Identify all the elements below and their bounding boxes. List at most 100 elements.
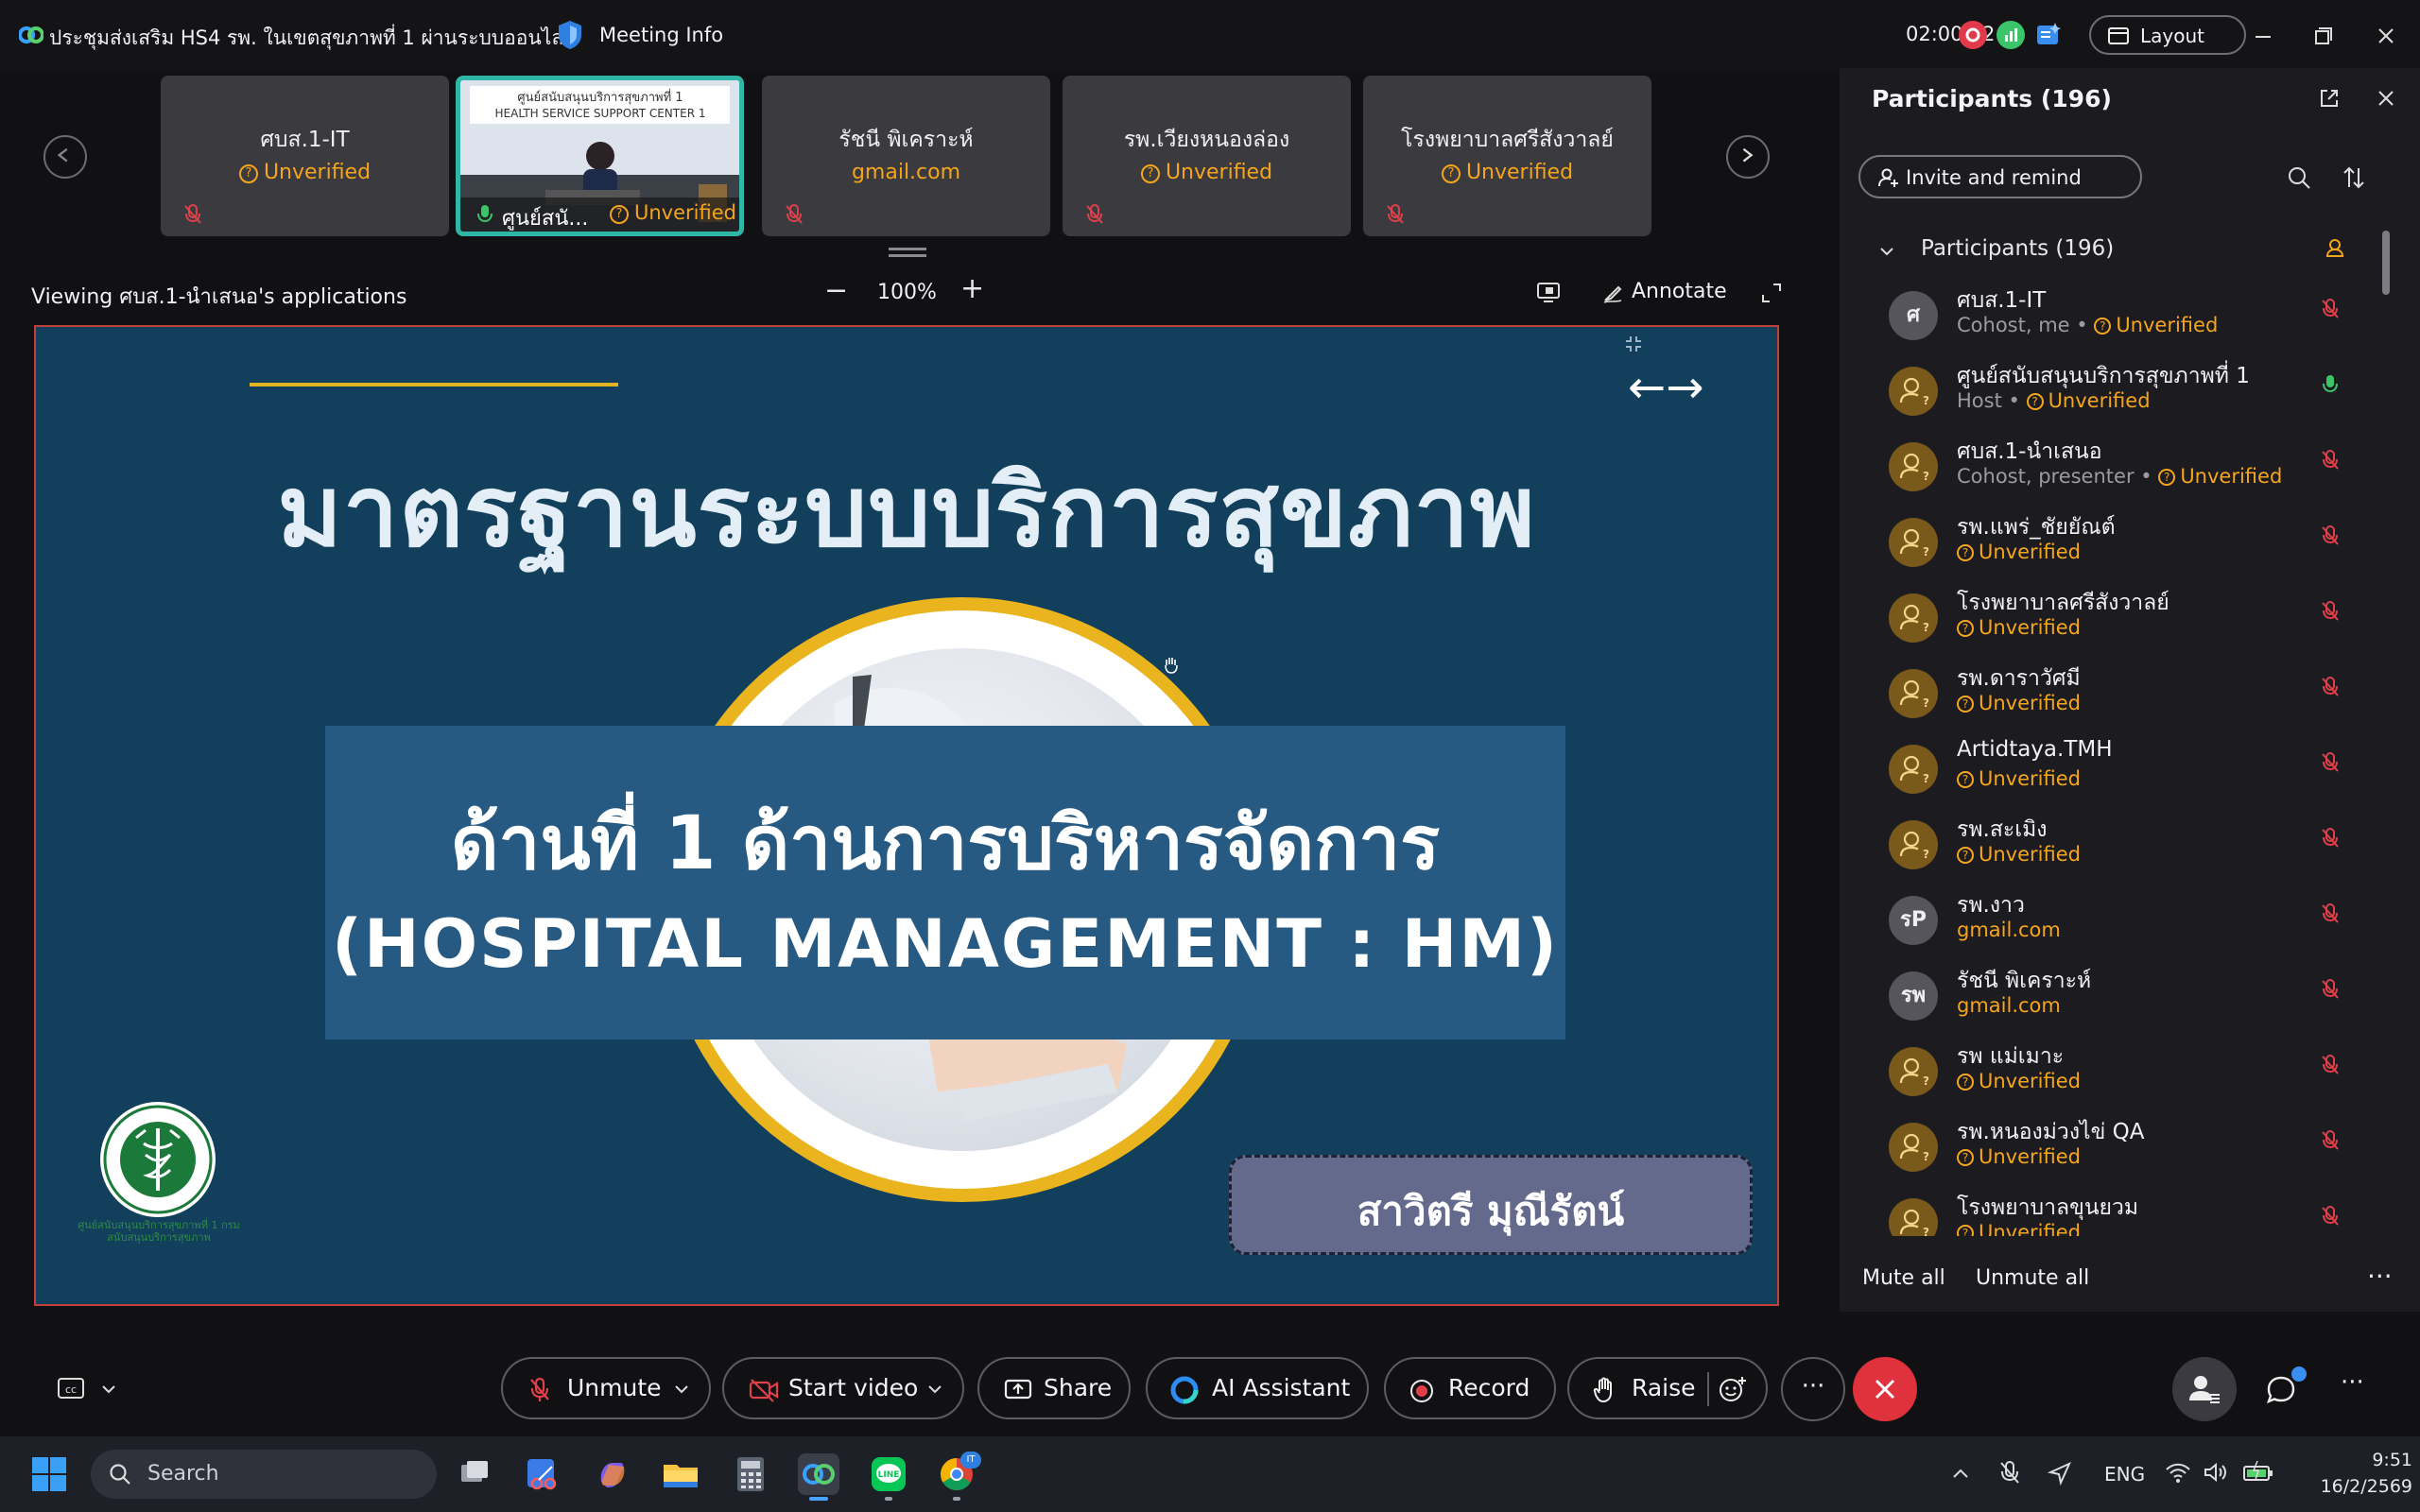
restore-icon[interactable]	[2305, 19, 2342, 53]
windows-start-icon[interactable]	[30, 1455, 68, 1493]
mic-off-icon[interactable]	[2320, 750, 2341, 775]
reactions-icon[interactable]	[1717, 1374, 1749, 1406]
location-icon[interactable]	[2048, 1461, 2072, 1486]
thumbnails-prev-button[interactable]	[43, 135, 87, 179]
thumbnail-resize-handle[interactable]	[889, 248, 926, 257]
minimize-icon[interactable]	[2244, 19, 2282, 53]
chevron-left-icon	[57, 147, 68, 163]
record-button[interactable]: Record	[1384, 1357, 1556, 1419]
close-window-icon[interactable]	[2367, 19, 2405, 53]
taskbar-search[interactable]: Search	[91, 1450, 437, 1499]
volume-icon[interactable]	[2203, 1461, 2229, 1484]
chevron-down-icon[interactable]	[926, 1382, 943, 1397]
participant-row[interactable]: ? รพ.แพร่_ชัยยัณต์? Unverified	[1840, 510, 2407, 586]
video-thumbnail[interactable]: รพ.เวียงหนองล่อง ? Unverified	[1063, 76, 1351, 236]
participant-row[interactable]: รP รพ.งาว gmail.com	[1840, 888, 2407, 964]
remote-control-icon[interactable]	[1535, 280, 1562, 304]
participant-name: รพ แม่เมาะ	[1957, 1044, 2065, 1069]
participant-row[interactable]: ? รพ.ดาราวัศมี? Unverified	[1840, 662, 2407, 737]
participant-row[interactable]: ? รพ.หนองม่วงไข่ QA? Unverified	[1840, 1115, 2407, 1191]
shared-content[interactable]: ←→ มาตรฐานระบบบริการสุขภาพ ด้านที่ 1 ด้า…	[34, 325, 1779, 1306]
participant-name: รพ.หนองม่วงไข่ QA	[1957, 1120, 2145, 1144]
ai-assistant-button[interactable]: AI Assistant	[1146, 1357, 1369, 1419]
chrome-icon[interactable]: IT	[936, 1452, 981, 1501]
participant-row[interactable]: ? โรงพยาบาลขุนยวม? Unverified	[1840, 1191, 2407, 1236]
participant-row[interactable]: ? ศบส.1-นำเสนอ Cohost, presenter • ? Unveri…	[1840, 435, 2407, 510]
ai-assistant-icon	[1170, 1376, 1199, 1404]
participants-toggle-button[interactable]	[2172, 1357, 2237, 1421]
task-view-icon[interactable]	[454, 1453, 495, 1495]
panel-more-options-button[interactable]: ···	[2367, 1261, 2393, 1292]
network-health-icon[interactable]	[1996, 21, 2025, 49]
webex-taskbar-icon[interactable]	[798, 1453, 839, 1501]
presenter-name: สาวิตรี มุณีรัตน์	[1357, 1188, 1625, 1234]
zoom-level[interactable]: 100%	[877, 281, 937, 304]
mic-off-icon[interactable]	[2320, 902, 2341, 926]
participant-row[interactable]: รพ รัชนี พิเคราะห์ gmail.com	[1840, 964, 2407, 1040]
mic-off-icon[interactable]	[2320, 977, 2341, 1002]
unmute-button[interactable]: Unmute	[501, 1357, 711, 1419]
wifi-icon[interactable]	[2165, 1461, 2191, 1484]
video-thumbnail[interactable]: รัชนี พิเคราะห์ gmail.com	[762, 76, 1050, 236]
mic-on-icon[interactable]	[2320, 372, 2341, 397]
closed-captions-icon[interactable]: cc	[57, 1376, 87, 1400]
participant-row[interactable]: ? Artidtaya.TMH ? Unverified	[1840, 737, 2407, 813]
mic-off-icon[interactable]	[2320, 448, 2341, 472]
mic-muted-tray-icon[interactable]	[1996, 1459, 2023, 1487]
mic-off-icon[interactable]	[2320, 675, 2341, 699]
zoom-in-button[interactable]: +	[960, 272, 984, 305]
mic-off-icon[interactable]	[2320, 1128, 2341, 1153]
raise-hand-button[interactable]: Raise	[1567, 1357, 1768, 1419]
snipping-tool-icon[interactable]	[522, 1453, 563, 1495]
shield-icon[interactable]	[556, 19, 584, 51]
input-language[interactable]: ENG	[2104, 1463, 2145, 1486]
exit-fullscreen-icon[interactable]	[1622, 333, 1645, 355]
chevron-down-icon[interactable]	[100, 1382, 117, 1397]
zoom-out-button[interactable]: −	[824, 274, 848, 307]
video-thumbnail[interactable]: โรงพยาบาลศรีสังวาลย์ ? Unverified	[1363, 76, 1651, 236]
mute-all-button[interactable]: Mute all	[1862, 1266, 1945, 1290]
participant-row[interactable]: ศ ศบส.1-IT Cohost, me • ? Unverified	[1840, 284, 2407, 359]
avatar: ?	[1889, 518, 1938, 567]
mic-off-icon	[1086, 204, 1103, 224]
share-screen-icon	[1004, 1379, 1032, 1400]
taskbar-date[interactable]: 16/2/2569	[2312, 1476, 2412, 1497]
battery-charging-icon[interactable]	[2242, 1459, 2274, 1486]
mic-off-icon[interactable]	[2320, 524, 2341, 548]
start-video-button[interactable]: Start video	[722, 1357, 964, 1419]
chevron-up-icon[interactable]	[1949, 1463, 1972, 1486]
toolbar-more-button[interactable]: ···	[2341, 1368, 2364, 1397]
participant-row[interactable]: ? ศูนย์สนับสนุนบริการสุขภาพที่ 1 Host • ? U…	[1840, 359, 2407, 435]
share-button[interactable]: Share	[977, 1357, 1131, 1419]
meeting-info-button[interactable]: Meeting Info	[599, 24, 723, 46]
fullscreen-icon[interactable]	[1760, 282, 1783, 304]
taskbar-time[interactable]: 9:51	[2350, 1450, 2412, 1470]
apps-icon[interactable]	[2034, 21, 2063, 49]
mic-off-icon[interactable]	[2320, 599, 2341, 624]
participant-row[interactable]: ? โรงพยาบาลศรีสังวาลย์? Unverified	[1840, 586, 2407, 662]
calculator-icon[interactable]	[730, 1453, 771, 1495]
unmute-all-button[interactable]: Unmute all	[1976, 1266, 2089, 1290]
more-options-button[interactable]: ···	[1781, 1357, 1845, 1421]
video-thumbnail[interactable]: ศบส.1-IT ? Unverified	[161, 76, 449, 236]
chat-button[interactable]	[2248, 1357, 2312, 1421]
chevron-down-icon[interactable]	[673, 1382, 690, 1397]
question-icon: ?	[1957, 1149, 1974, 1166]
mic-off-icon[interactable]	[2320, 297, 2341, 321]
video-thumbnail-active-speaker[interactable]: ศูนย์สนับสนุนบริการสุขภาพที่ 1 HEALTH SE…	[456, 76, 744, 236]
participant-row[interactable]: ? รพ แม่เมาะ? Unverified	[1840, 1040, 2407, 1115]
mic-off-icon[interactable]	[2320, 1053, 2341, 1077]
annotate-button[interactable]: Annotate	[1632, 280, 1727, 303]
file-explorer-icon[interactable]	[660, 1453, 701, 1495]
recording-indicator-icon[interactable]	[1959, 21, 1987, 49]
participant-name: รพ.สะเมิง	[1957, 817, 2048, 842]
mic-off-icon[interactable]	[2320, 826, 2341, 850]
thumbnails-next-button[interactable]	[1726, 135, 1770, 179]
mic-off-icon[interactable]	[2320, 1204, 2341, 1228]
line-app-icon[interactable]: LINE	[868, 1453, 909, 1501]
layout-button[interactable]: Layout	[2089, 15, 2246, 55]
participant-row[interactable]: ? รพ.สะเมิง? Unverified	[1840, 813, 2407, 888]
copilot-icon[interactable]	[592, 1453, 633, 1495]
end-meeting-button[interactable]	[1853, 1357, 1917, 1421]
participant-status: gmail.com	[1957, 919, 2061, 941]
